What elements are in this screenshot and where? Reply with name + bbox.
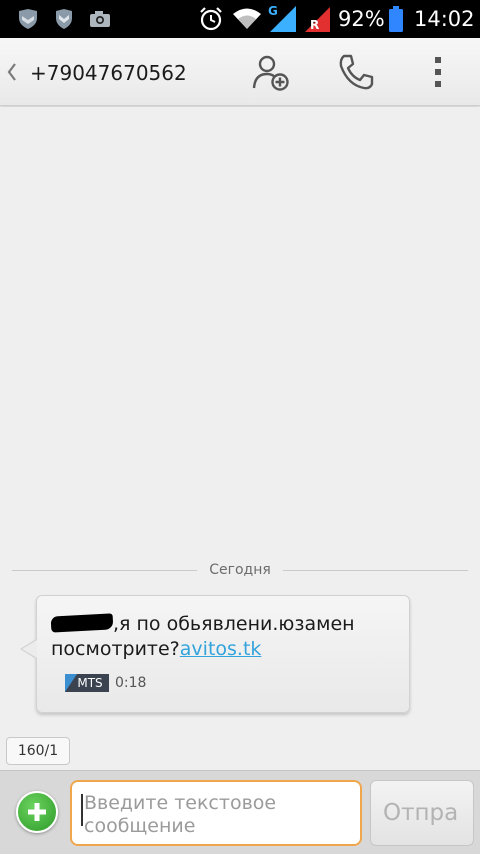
wifi-icon [232, 0, 262, 38]
phone-icon [339, 54, 374, 90]
clock: 14:02 [414, 7, 475, 31]
svg-text:R: R [310, 18, 319, 32]
signal-icon: G [266, 0, 298, 38]
add-contact-button[interactable] [240, 38, 300, 106]
network-type-label: G [268, 4, 278, 18]
shield-icon [16, 0, 40, 38]
call-button[interactable] [326, 38, 386, 106]
text-cursor [81, 794, 83, 826]
message-bubble[interactable]: ,я по обьявлени.юзамен посмотрите?avitos… [20, 595, 410, 713]
sim-badge: MTS [65, 674, 109, 692]
character-counter: 160/1 [6, 737, 70, 765]
action-bar: +79047670562 [0, 38, 480, 106]
date-divider-label: Сегодня [197, 562, 283, 578]
bubble-tail [22, 640, 37, 658]
message-time: 0:18 [115, 675, 147, 691]
send-button[interactable]: Отпра [370, 780, 474, 846]
back-chevron-icon[interactable] [4, 57, 20, 87]
contact-number[interactable]: +79047670562 [30, 38, 187, 106]
redaction-mark [50, 613, 114, 633]
overflow-menu-icon [435, 57, 441, 87]
compose-bar: Отпра [0, 770, 480, 854]
message-text: ,я по обьявлени.юзамен посмотрите?avitos… [50, 612, 401, 662]
overflow-menu-button[interactable] [408, 38, 468, 106]
message-input[interactable] [70, 780, 362, 846]
signal-roaming-icon: R [302, 0, 332, 38]
plus-icon [28, 803, 46, 821]
battery-icon [388, 0, 404, 38]
message-link[interactable]: avitos.tk [180, 638, 262, 660]
alarm-icon [198, 0, 224, 38]
add-contact-icon [252, 55, 289, 91]
attach-button[interactable] [16, 791, 58, 833]
camera-icon [88, 0, 112, 38]
conversation-area[interactable]: Сегодня ,я по обьявлени.юзамен посмотрит… [0, 107, 480, 770]
sim-label: MTS [77, 676, 103, 690]
shield-check-icon [52, 0, 76, 38]
date-divider: Сегодня [12, 561, 468, 579]
status-bar: G R 92% 14:02 [0, 0, 480, 38]
battery-percent: 92% [338, 7, 385, 31]
